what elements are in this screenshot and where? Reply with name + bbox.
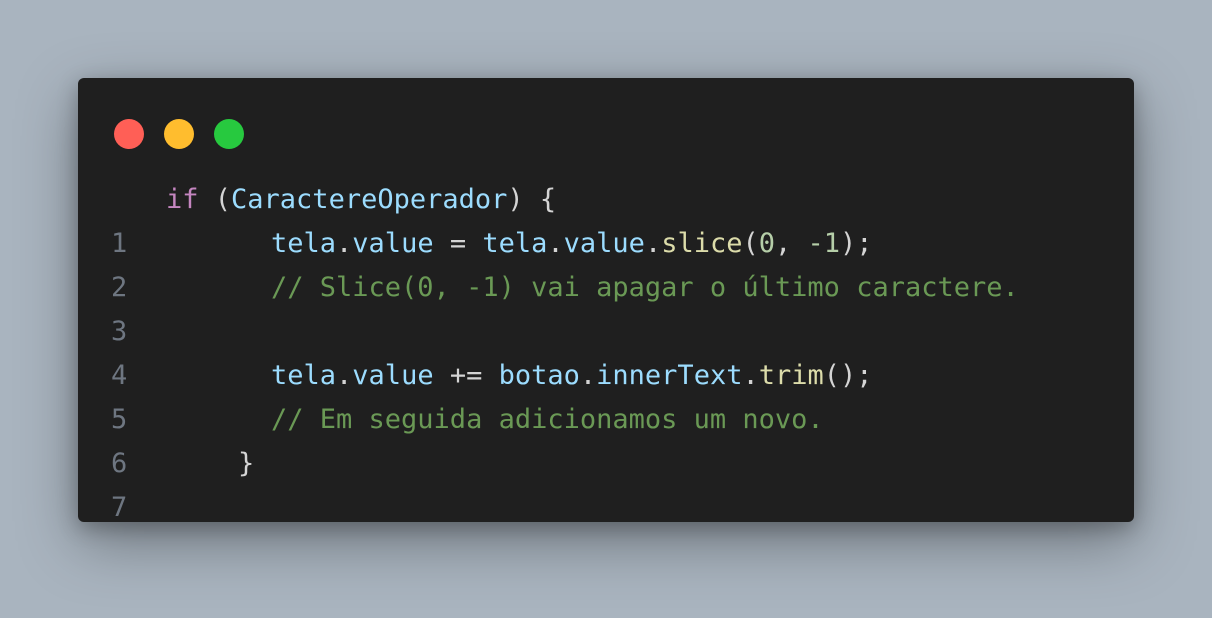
code-token: tela bbox=[271, 360, 337, 391]
line-content: // Slice(0, -1) vai apagar o último cara… bbox=[271, 266, 1019, 310]
code-token: trim bbox=[758, 360, 824, 391]
code-token: // Slice(0, -1) vai apagar o último cara… bbox=[271, 272, 1019, 303]
line-content: } bbox=[238, 442, 254, 486]
close-dot-icon[interactable] bbox=[114, 119, 144, 149]
code-token: . bbox=[336, 360, 353, 391]
code-block: 1 if (CaractereOperador) { 2 tela.value … bbox=[78, 178, 1134, 523]
code-token: ) { bbox=[507, 184, 557, 215]
code-token: (); bbox=[823, 360, 873, 391]
code-token: , bbox=[775, 228, 808, 259]
code-token: ( bbox=[742, 228, 759, 259]
code-token: . bbox=[336, 228, 353, 259]
code-line: 3 // Slice(0, -1) vai apagar o último ca… bbox=[78, 266, 1134, 347]
code-token: ( bbox=[198, 184, 232, 215]
minimize-dot-icon[interactable] bbox=[164, 119, 194, 149]
code-line: 1 if (CaractereOperador) { bbox=[78, 178, 1134, 259]
line-content: tela.value += botao.innerText.trim(); bbox=[271, 354, 873, 398]
code-token: . bbox=[644, 228, 662, 259]
code-line: 4 bbox=[78, 310, 1134, 391]
code-token: . bbox=[547, 228, 564, 259]
code-token: CaractereOperador bbox=[231, 184, 508, 215]
code-line: 7 } bbox=[78, 442, 1134, 523]
code-token: value bbox=[352, 228, 434, 259]
line-number: 7 bbox=[111, 492, 128, 523]
code-token: += bbox=[433, 360, 499, 391]
code-line: 5 tela.value += botao.innerText.trim(); bbox=[78, 354, 1134, 435]
code-line: 6 // Em seguida adicionamos um novo. bbox=[78, 398, 1134, 479]
code-token: -1 bbox=[807, 228, 841, 259]
code-token: botao bbox=[498, 360, 580, 391]
code-token: . bbox=[742, 360, 759, 391]
code-token: tela bbox=[271, 228, 337, 259]
code-token: . bbox=[579, 360, 597, 391]
maximize-dot-icon[interactable] bbox=[214, 119, 244, 149]
code-token: tela bbox=[482, 228, 548, 259]
code-token: ); bbox=[840, 228, 873, 259]
code-token: slice bbox=[661, 228, 743, 259]
code-token: value bbox=[352, 360, 434, 391]
code-token: 0 bbox=[758, 228, 776, 259]
code-token: = bbox=[433, 228, 483, 259]
line-content: if (CaractereOperador) { bbox=[166, 178, 556, 222]
line-content: // Em seguida adicionamos um novo. bbox=[271, 398, 824, 442]
code-window: 1 if (CaractereOperador) { 2 tela.value … bbox=[78, 78, 1134, 523]
line-content: tela.value = tela.value.slice(0, -1); bbox=[271, 222, 873, 266]
code-token: value bbox=[563, 228, 645, 259]
code-token: } bbox=[238, 448, 255, 479]
code-line: 2 tela.value = tela.value.slice(0, -1); bbox=[78, 222, 1134, 303]
code-token: // Em seguida adicionamos um novo. bbox=[271, 404, 824, 435]
code-token: if bbox=[166, 184, 199, 215]
code-token: innerText bbox=[596, 360, 743, 391]
